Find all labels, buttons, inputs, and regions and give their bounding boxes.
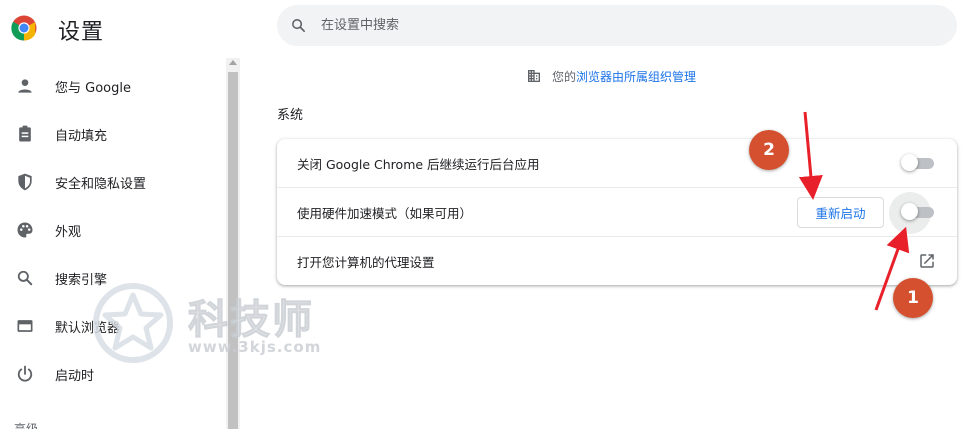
person-icon [18,79,32,93]
chrome-logo-icon [11,15,37,41]
scroll-thumb[interactable] [228,72,238,429]
search-icon [292,19,306,33]
power-icon [17,365,33,382]
setting-row-hardware-acceleration[interactable]: 使用硬件加速模式（如果可用） 重新启动 [277,187,957,235]
browser-icon [17,320,33,332]
scroll-up-arrow-icon[interactable] [229,60,237,65]
setting-row-background-apps[interactable]: 关闭 Google Chrome 后继续运行后台应用 [277,139,957,187]
sidebar-item-appearance[interactable]: 外观 [0,206,226,254]
page-title: 设置 [58,20,105,45]
building-icon [528,70,540,82]
sidebar-item-you-and-google[interactable]: 您与 Google [0,62,226,110]
section-title-system: 系统 [277,108,304,123]
sidebar: 您与 Google 自动填充 安全和隐私设置 外观 搜索引擎 默认浏览器 启动时 [0,58,226,429]
managed-prefix: 您的 [552,69,577,84]
annotation-marker-2: 2 [749,130,789,170]
open-in-new-icon[interactable] [918,252,936,270]
sidebar-item-label: 您与 Google [55,80,131,96]
search-input[interactable] [321,5,921,46]
settings-page: 设置 您与 Google 自动填充 [0,0,961,429]
setting-label: 打开您计算机的代理设置 [297,255,435,270]
sidebar-item-label: 外观 [55,224,82,240]
sidebar-item-label: 自动填充 [55,128,108,144]
search-box[interactable] [277,5,957,46]
sidebar-scrollbar[interactable] [226,58,240,429]
shield-icon [18,173,32,191]
watermark-star-logo [93,283,173,363]
toggle-knob [901,203,918,220]
sidebar-item-privacy-security[interactable]: 安全和隐私设置 [0,158,226,206]
managed-link[interactable]: 浏览器由所属组织管理 [576,68,696,85]
sidebar-item-autofill[interactable]: 自动填充 [0,110,226,158]
sidebar-item-label: 启动时 [55,368,95,384]
background-apps-toggle[interactable] [901,154,934,171]
watermark-title: 科技师 [188,297,314,344]
setting-label: 关闭 Google Chrome 后继续运行后台应用 [297,157,540,172]
system-settings-card: 关闭 Google Chrome 后继续运行后台应用 使用硬件加速模式（如果可用… [277,139,957,285]
toggle-knob [901,154,918,171]
search-icon [17,270,33,286]
clipboard-icon [19,125,31,142]
sidebar-item-label: 安全和隐私设置 [55,176,147,192]
setting-row-proxy[interactable]: 打开您计算机的代理设置 [277,236,957,284]
palette-icon [17,222,33,238]
watermark-url: www.3kjs.com [188,338,322,356]
sidebar-item-advanced[interactable]: 高级 [14,420,38,429]
watermark: 科技师 www.3kjs.com [90,283,350,363]
hardware-acceleration-toggle[interactable] [901,203,934,220]
managed-by-organization-banner: 您的 浏览器由所属组织管理 [526,67,696,85]
setting-label: 使用硬件加速模式（如果可用） [297,206,473,221]
annotation-marker-1: 1 [893,278,933,318]
relaunch-button[interactable]: 重新启动 [797,197,884,228]
